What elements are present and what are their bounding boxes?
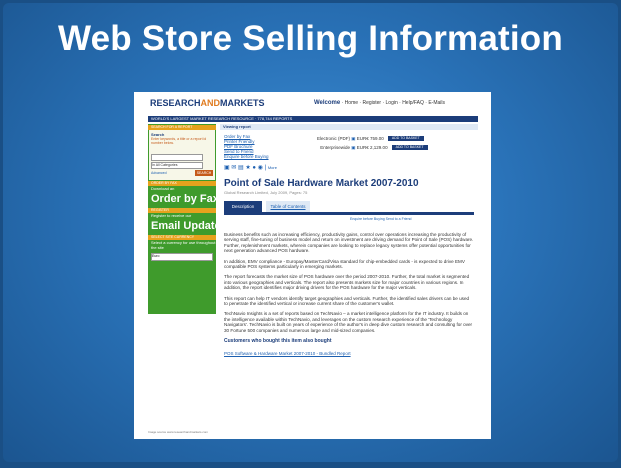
category-select[interactable]: In All Categories: [151, 162, 203, 169]
slide: Web Store Selling Information RESEARCHAN…: [3, 3, 618, 462]
tab-description[interactable]: Description: [224, 201, 262, 212]
add-to-basket-button[interactable]: ADD TO BASKET: [387, 136, 424, 142]
search-input[interactable]: [151, 154, 203, 161]
left-sidebar: SEARCH FOR A REPORT Search Enter keyword…: [148, 124, 227, 314]
tab-bar: Description Table of Contents: [224, 198, 474, 215]
product-title: Point of Sale Hardware Market 2007-2010: [224, 178, 419, 189]
site-logo: RESEARCHANDMARKETS: [150, 98, 265, 108]
share-icons[interactable]: ▣ ✉ ▤ ★ ● ◉ | More: [224, 164, 277, 171]
viewing-report-bar: Viewing report: [220, 124, 478, 130]
description-body: Business benefits such as increasing eff…: [224, 232, 474, 356]
search-button[interactable]: SEARCH: [195, 170, 213, 176]
also-bought-heading: Customers who bought this item also boug…: [224, 338, 332, 345]
email-updates-link[interactable]: Email Updates: [148, 218, 227, 234]
order-by-fax-link[interactable]: Order by Fax?: [148, 191, 226, 207]
price-row-enterprise: Enterprisewide ▣ EUR€ 2,129.00 ADD TO BAS…: [310, 143, 428, 152]
top-nav[interactable]: Welcome · Home · Register · Login · Help…: [314, 100, 445, 106]
advanced-link[interactable]: Advanced: [151, 171, 167, 175]
image-source: Image source www.researchandmarkets.com: [148, 430, 209, 434]
currency-select[interactable]: Euro: [151, 253, 213, 261]
product-meta: Global Research Limited, July 2009, Page…: [224, 190, 308, 195]
tagline-bar: WORLD'S LARGEST MARKET RESEARCH RESOURCE…: [148, 116, 478, 122]
price-row-pdf: Electronic (PDF) ▣ EUR€ 759.00 ADD TO BAS…: [310, 134, 428, 143]
slide-title: Web Store Selling Information: [58, 19, 563, 58]
also-bought-link[interactable]: POS Software & Hardware Market 2007-2010…: [224, 351, 474, 356]
sub-links[interactable]: Enquire before Buying Send to a Friend: [350, 217, 411, 221]
main-content: Viewing report Order by Fax Printer Frie…: [220, 124, 478, 356]
search-box: Search Enter keywords, a title or a repo…: [149, 130, 215, 180]
website-screenshot: RESEARCHANDMARKETS Welcome · Home · Regi…: [134, 92, 491, 439]
price-options: Electronic (PDF) ▣ EUR€ 759.00 ADD TO BAS…: [310, 134, 428, 152]
tab-table-of-contents[interactable]: Table of Contents: [266, 201, 310, 212]
action-links: Order by Fax Printer Friendly PDF Brochu…: [224, 134, 269, 159]
add-to-basket-button[interactable]: ADD TO BASKET: [391, 145, 428, 151]
enquire-link[interactable]: Enquire before Buying: [224, 154, 269, 159]
